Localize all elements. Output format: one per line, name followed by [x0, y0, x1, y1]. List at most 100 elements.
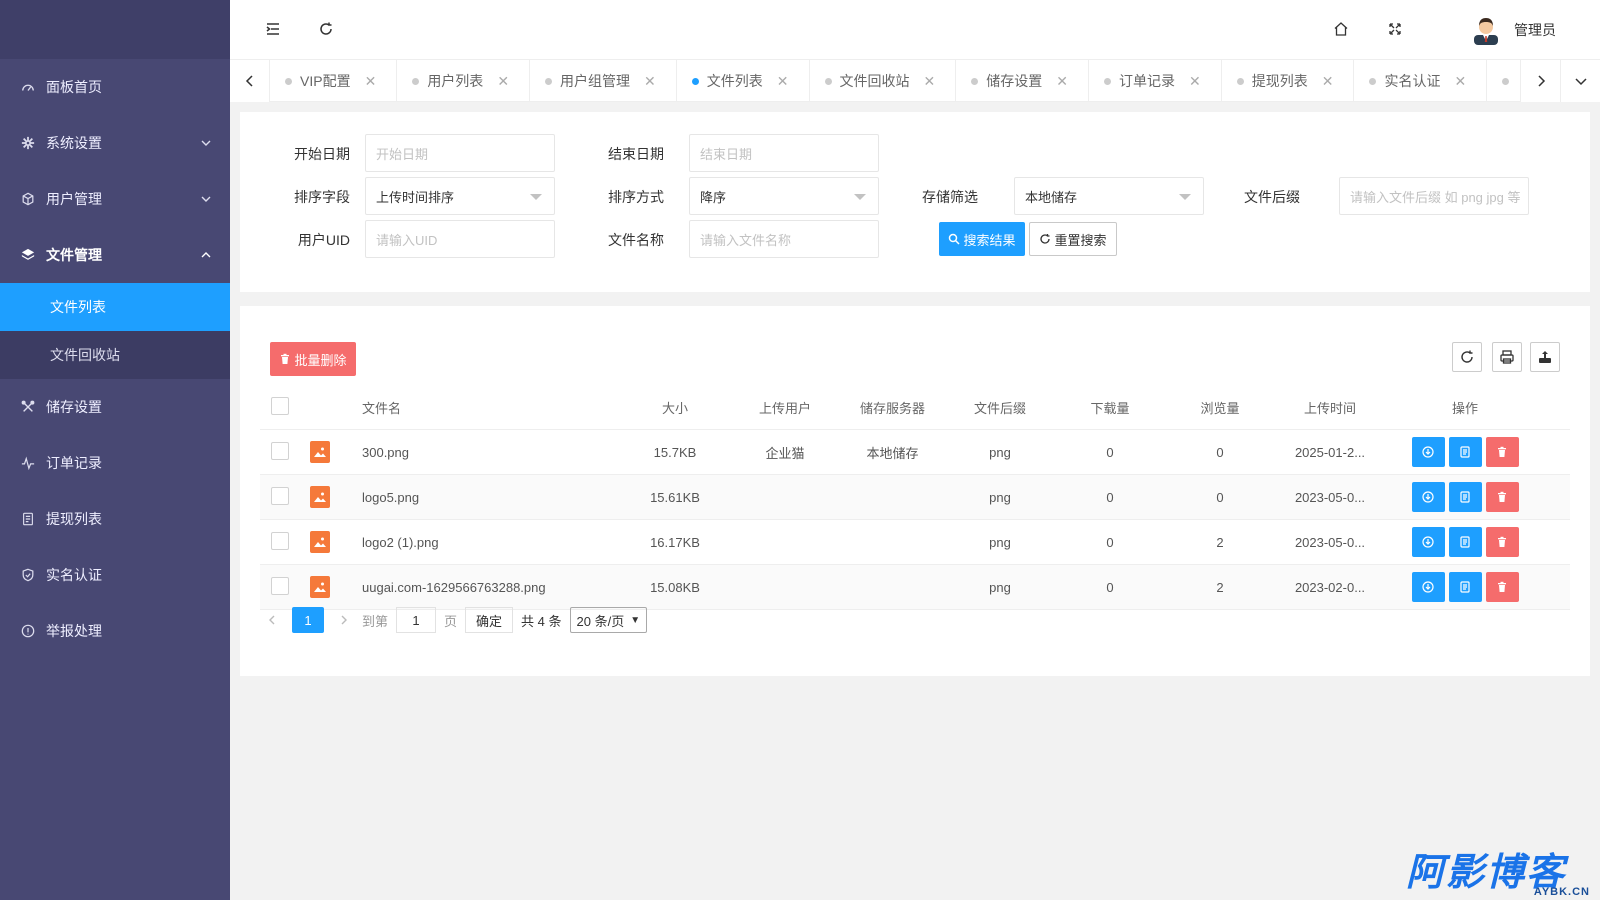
row-checkbox[interactable]	[271, 441, 289, 460]
sidebar-item-file-management[interactable]: 文件管理	[0, 227, 230, 283]
close-icon[interactable]: ✕	[924, 73, 936, 90]
tabs-scroll-right-button[interactable]	[1520, 60, 1560, 102]
menu-toggle-button[interactable]	[262, 18, 284, 40]
trash-icon	[1498, 446, 1506, 457]
row-checkbox[interactable]	[271, 531, 289, 550]
table-row[interactable]: 300.png 15.7KB 企业猫 本地储存 png 0 0 2025-01-…	[260, 430, 1570, 475]
search-button[interactable]: 搜索结果	[939, 222, 1025, 256]
table-row[interactable]: logo5.png 15.61KB png 0 0 2023-05-0...	[260, 475, 1570, 520]
storage-filter-select[interactable]: 本地储存	[1014, 177, 1204, 215]
file-ext: png	[989, 579, 1011, 595]
sidebar-item-dashboard[interactable]: 面板首页	[0, 59, 230, 115]
storage-server: 本地储存	[866, 445, 919, 461]
details-button[interactable]	[1448, 572, 1482, 602]
column-header-time[interactable]: 上传时间	[1275, 398, 1385, 417]
column-header-views[interactable]: 浏览量	[1165, 398, 1275, 417]
table-print-button[interactable]	[1492, 342, 1522, 372]
delete-button[interactable]	[1485, 527, 1519, 557]
close-icon[interactable]: ✕	[497, 73, 509, 90]
avatar[interactable]	[1472, 15, 1500, 45]
per-page-select[interactable]: 20 条/页 ▼	[569, 607, 648, 633]
tab-vip-config[interactable]: VIP配置 ✕	[270, 60, 398, 102]
tab-file-recycle[interactable]: 文件回收站 ✕	[810, 60, 957, 102]
sort-field-select[interactable]: 上传时间排序	[365, 177, 555, 215]
user-name[interactable]: 管理员	[1514, 20, 1556, 40]
sidebar-item-order-records[interactable]: 订单记录	[0, 435, 230, 491]
chevron-down-icon	[201, 196, 211, 202]
details-button[interactable]	[1448, 527, 1482, 557]
goto-page-input[interactable]: 1	[396, 607, 437, 633]
start-date-label: 开始日期	[294, 146, 350, 162]
download-button[interactable]	[1411, 527, 1445, 557]
tab-withdraw-list[interactable]: 提现列表 ✕	[1222, 60, 1355, 102]
caret-down-icon	[854, 194, 866, 200]
column-header-size[interactable]: 大小	[620, 398, 730, 417]
file-name-input[interactable]: 请输入文件名称	[689, 220, 879, 258]
details-button[interactable]	[1448, 437, 1482, 467]
prev-page-button[interactable]	[260, 606, 284, 634]
tabs-dropdown-button[interactable]	[1560, 60, 1600, 102]
uid-input[interactable]: 请输入UID	[365, 220, 555, 258]
column-header-ext[interactable]: 文件后缀	[945, 398, 1055, 417]
download-button[interactable]	[1411, 437, 1445, 467]
column-header-actions: 操作	[1451, 401, 1478, 416]
batch-delete-button[interactable]: 批量删除	[270, 342, 356, 376]
close-icon[interactable]: ✕	[365, 73, 377, 90]
tab-file-list[interactable]: 文件列表 ✕	[677, 60, 810, 102]
sidebar-item-real-name[interactable]: 实名认证	[0, 547, 230, 603]
delete-button[interactable]	[1485, 437, 1519, 467]
sidebar-item-withdraw-list[interactable]: 提现列表	[0, 491, 230, 547]
table-row[interactable]: uugai.com-1629566763288.png 15.08KB png …	[260, 565, 1570, 610]
file-ext-input[interactable]: 请输入文件后缀 如 png jpg 等	[1339, 177, 1529, 215]
download-button[interactable]	[1411, 482, 1445, 512]
select-all-checkbox[interactable]	[271, 397, 289, 415]
goto-confirm-button[interactable]: 确定	[465, 607, 514, 633]
table-export-button[interactable]	[1530, 342, 1560, 372]
close-icon[interactable]: ✕	[1056, 73, 1068, 90]
download-button[interactable]	[1411, 572, 1445, 602]
row-actions	[1385, 572, 1545, 602]
close-icon[interactable]: ✕	[777, 73, 789, 90]
delete-button[interactable]	[1485, 482, 1519, 512]
download-icon	[1422, 536, 1434, 548]
tab-real-name[interactable]: 实名认证 ✕	[1354, 60, 1488, 102]
close-icon[interactable]: ✕	[644, 73, 656, 90]
reset-button[interactable]: 重置搜索	[1029, 222, 1117, 256]
close-icon[interactable]: ✕	[1454, 73, 1466, 90]
sort-order-select[interactable]: 降序	[689, 177, 879, 215]
end-date-input[interactable]: 结束日期	[689, 134, 879, 172]
start-date-input[interactable]: 开始日期	[365, 134, 555, 172]
column-header-server[interactable]: 储存服务器	[840, 398, 945, 417]
fullscreen-button[interactable]	[1384, 18, 1406, 40]
list-icon	[20, 511, 36, 527]
sidebar-subitem-file-recycle[interactable]: 文件回收站	[0, 331, 230, 379]
next-page-button[interactable]	[332, 606, 356, 634]
sidebar-subitem-file-list[interactable]: 文件列表	[0, 283, 230, 331]
sidebar-item-system-settings[interactable]: 系统设置	[0, 115, 230, 171]
sidebar-item-storage-settings[interactable]: 储存设置	[0, 379, 230, 435]
details-button[interactable]	[1448, 482, 1482, 512]
uid-label: 用户UID	[297, 232, 350, 248]
tab-overflow[interactable]	[1487, 60, 1520, 102]
tab-storage-settings[interactable]: 储存设置 ✕	[956, 60, 1089, 102]
sidebar-item-user-management[interactable]: 用户管理	[0, 171, 230, 227]
delete-button[interactable]	[1485, 572, 1519, 602]
close-icon[interactable]: ✕	[1189, 73, 1201, 90]
refresh-button[interactable]	[315, 18, 337, 40]
tabs-scroll-left-button[interactable]	[230, 60, 270, 102]
row-checkbox[interactable]	[271, 576, 289, 595]
table-refresh-button[interactable]	[1452, 342, 1482, 372]
row-checkbox[interactable]	[271, 486, 289, 505]
close-icon[interactable]: ✕	[1322, 73, 1334, 90]
current-page[interactable]: 1	[292, 607, 324, 633]
tab-order-records[interactable]: 订单记录 ✕	[1089, 60, 1222, 102]
column-header-downloads[interactable]: 下载量	[1055, 398, 1165, 417]
site-watermark: 阿影博客 AYBK.CN	[1406, 852, 1596, 900]
column-header-name[interactable]: 文件名	[350, 398, 620, 417]
tab-user-list[interactable]: 用户列表 ✕	[397, 60, 531, 102]
column-header-user[interactable]: 上传用户	[730, 398, 840, 417]
home-button[interactable]	[1330, 18, 1352, 40]
table-row[interactable]: logo2 (1).png 16.17KB png 0 2 2023-05-0.…	[260, 520, 1570, 565]
tab-user-group[interactable]: 用户组管理 ✕	[530, 60, 677, 102]
sidebar-item-reports[interactable]: 举报处理	[0, 603, 230, 659]
